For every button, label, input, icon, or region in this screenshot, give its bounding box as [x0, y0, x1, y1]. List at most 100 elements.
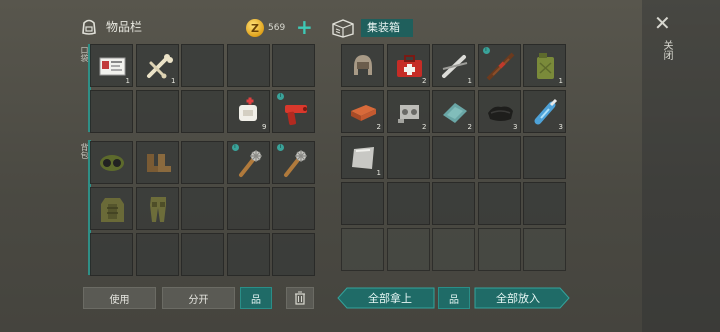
container-slot-brick[interactable]: 2	[341, 90, 384, 133]
backpack-slot-boots[interactable]	[135, 141, 179, 184]
brick-icon	[348, 97, 379, 128]
take-all-label[interactable]: 全部拿上	[345, 287, 435, 309]
container-slot-first-aid-kit[interactable]: 2	[386, 44, 430, 87]
backpack-empty-slot[interactable]	[226, 233, 270, 276]
split-button[interactable]: 分开	[162, 287, 235, 309]
container-title: 集装箱	[361, 19, 413, 37]
pocket-slot-bandage[interactable]: 9	[226, 90, 270, 133]
backpack-icon	[82, 19, 96, 35]
item-count: 1	[171, 77, 176, 85]
pocket-empty-slot[interactable]	[90, 90, 133, 133]
put-all-label[interactable]: 全部放入	[474, 287, 562, 309]
container-empty-slot[interactable]	[477, 228, 521, 271]
glass-icon	[439, 97, 470, 128]
coin-icon: Z	[246, 19, 264, 37]
rifle-icon	[485, 51, 516, 82]
container-empty-slot[interactable]	[523, 136, 566, 179]
item-count: 3	[513, 123, 518, 131]
info-icon: i	[277, 144, 284, 151]
info-icon: i	[277, 93, 284, 100]
close-icon[interactable]: ✕	[654, 11, 671, 35]
backpack-slot-goggles[interactable]	[90, 141, 133, 184]
backpack-empty-slot[interactable]	[135, 233, 179, 276]
backpack-empty-slot[interactable]	[181, 141, 224, 184]
info-icon: i	[482, 47, 490, 54]
container-empty-slot[interactable]	[386, 228, 430, 271]
crate-icon	[332, 19, 354, 38]
container-slot-syringe[interactable]: 1	[432, 44, 475, 87]
backpack-empty-slot[interactable]	[226, 187, 270, 230]
pocket-slot-id-card[interactable]: 1	[90, 44, 133, 87]
container-empty-slot[interactable]	[432, 182, 475, 225]
engine-part-icon	[394, 97, 425, 128]
spiked-club-icon	[234, 148, 265, 179]
item-count: 9	[262, 123, 267, 131]
container-empty-slot[interactable]	[477, 136, 521, 179]
goggles-icon	[97, 148, 128, 179]
cloth-icon	[485, 97, 516, 128]
item-count: 1	[125, 77, 130, 85]
backpack-empty-slot[interactable]	[181, 187, 224, 230]
backpack-slot-armor-pants[interactable]	[135, 187, 179, 230]
sort-container-button[interactable]: 品	[438, 287, 470, 309]
item-count: 2	[467, 123, 472, 131]
trash-button[interactable]	[286, 287, 314, 309]
container-slot-ushanka-hat[interactable]	[341, 44, 384, 87]
container-slot-rifle[interactable]: i	[477, 44, 521, 87]
container-empty-slot[interactable]	[523, 182, 566, 225]
pocket-empty-slot[interactable]	[181, 90, 224, 133]
pocket-slot-bones[interactable]: 1	[135, 44, 179, 87]
item-count: 1	[558, 77, 563, 85]
water-bottle-icon	[530, 97, 561, 128]
item-count: 1	[376, 169, 381, 177]
right-side-strip	[642, 0, 720, 332]
backpack-empty-slot[interactable]	[272, 233, 315, 276]
backpack-empty-slot[interactable]	[272, 187, 315, 230]
jerrycan-icon	[530, 51, 561, 82]
item-count: 3	[558, 123, 563, 131]
pocket-label: 口袋	[80, 46, 89, 62]
container-slot-metal-sheet[interactable]: 1	[341, 136, 384, 179]
inventory-title: 物品栏	[106, 20, 143, 34]
inventory-header: 物品栏	[80, 18, 142, 35]
container-empty-slot[interactable]	[432, 228, 475, 271]
container-empty-slot[interactable]	[386, 182, 430, 225]
pocket-slot-flare-gun[interactable]: i	[272, 90, 315, 133]
pocket-empty-slot[interactable]	[272, 44, 315, 87]
container-empty-slot[interactable]	[523, 228, 566, 271]
backpack-slot-spiked-club[interactable]: i	[226, 141, 270, 184]
item-count: 2	[422, 77, 427, 85]
bones-icon	[143, 51, 174, 82]
flare-gun-icon	[279, 97, 310, 128]
bandage-icon	[234, 97, 265, 128]
close-label[interactable]: 关闭	[659, 40, 674, 60]
pocket-empty-slot[interactable]	[181, 44, 224, 87]
backpack-empty-slot[interactable]	[181, 233, 224, 276]
container-empty-slot[interactable]	[477, 182, 521, 225]
item-count: 2	[376, 123, 381, 131]
backpack-slot-armor-vest[interactable]	[90, 187, 133, 230]
syringe-icon	[439, 51, 470, 82]
container-slot-cloth[interactable]: 3	[477, 90, 521, 133]
container-empty-slot[interactable]	[341, 182, 384, 225]
container-slot-jerrycan[interactable]: 1	[523, 44, 566, 87]
sort-inventory-button[interactable]: 品	[240, 287, 272, 309]
container-slot-engine-part[interactable]: 2	[386, 90, 430, 133]
backpack-empty-slot[interactable]	[90, 233, 133, 276]
container-slot-glass[interactable]: 2	[432, 90, 475, 133]
pocket-empty-slot[interactable]	[135, 90, 179, 133]
boots-icon	[143, 148, 174, 179]
backpack-slot-spiked-club[interactable]: i	[272, 141, 315, 184]
container-slot-water-bottle[interactable]: 3	[523, 90, 566, 133]
spiked-club-icon	[279, 148, 310, 179]
id-card-icon	[97, 51, 128, 82]
add-coins-button[interactable]: +	[296, 17, 313, 37]
pocket-empty-slot[interactable]	[226, 44, 270, 87]
container-empty-slot[interactable]	[432, 136, 475, 179]
backpack-label: 背包	[80, 143, 89, 159]
item-count: 2	[422, 123, 427, 131]
metal-sheet-icon	[348, 143, 379, 174]
use-button[interactable]: 使用	[83, 287, 156, 309]
container-empty-slot[interactable]	[386, 136, 430, 179]
container-empty-slot[interactable]	[341, 228, 384, 271]
